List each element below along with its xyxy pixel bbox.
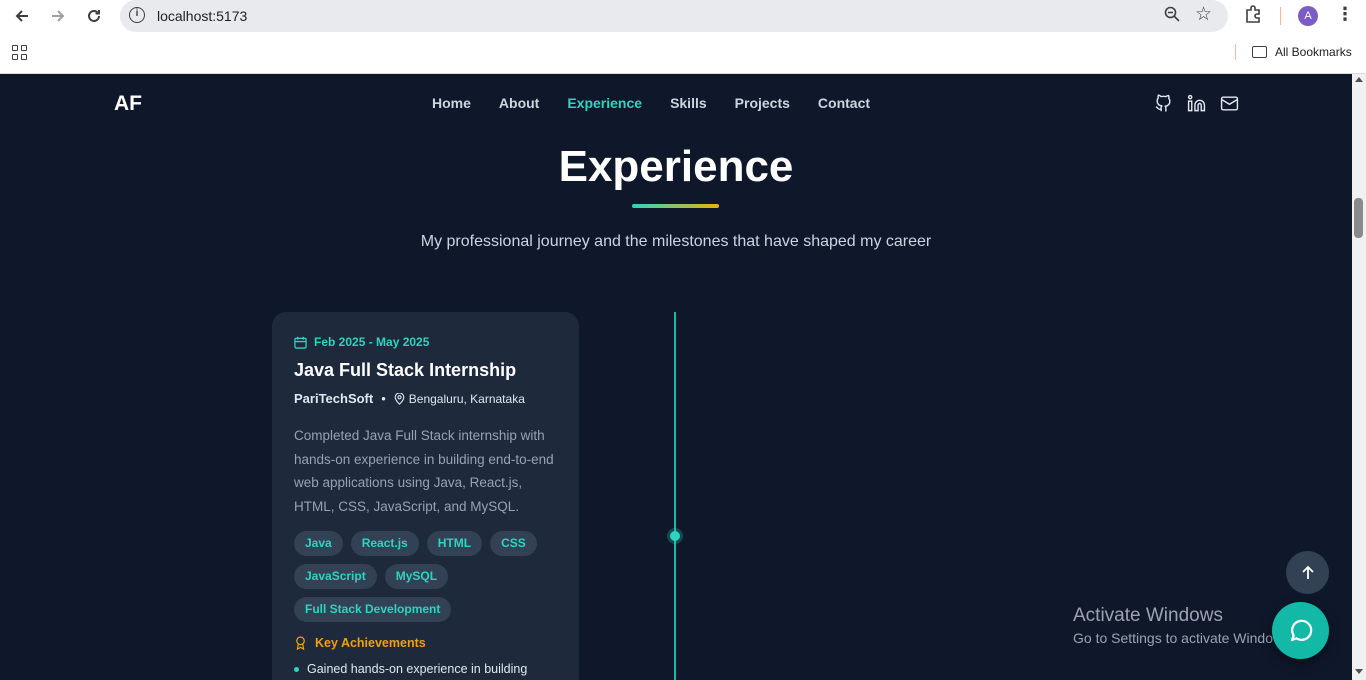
main-nav: Home About Experience Skills Projects Co… xyxy=(432,95,870,111)
activate-subtitle: Go to Settings to activate Windows. xyxy=(1073,630,1294,646)
calendar-icon xyxy=(294,336,307,349)
scrollbar-thumb[interactable] xyxy=(1354,198,1363,238)
tag-html: HTML xyxy=(426,531,483,556)
profile-avatar[interactable]: A xyxy=(1298,6,1318,26)
section-subtitle: My professional journey and the mileston… xyxy=(420,233,932,250)
site-logo[interactable]: AF xyxy=(114,92,142,116)
all-bookmarks-label: All Bookmarks xyxy=(1275,45,1352,59)
achievement-text: Gained hands-on experience in building xyxy=(307,662,528,676)
achievements-heading: Key Achievements xyxy=(294,636,426,650)
award-icon xyxy=(296,636,305,650)
location: Bengaluru, Karnataka xyxy=(394,392,525,406)
linkedin-icon[interactable] xyxy=(1186,93,1207,114)
apps-grid-icon[interactable] xyxy=(12,45,27,60)
nav-about[interactable]: About xyxy=(499,95,539,111)
all-bookmarks-button[interactable]: All Bookmarks xyxy=(1252,45,1352,59)
page-scrollbar[interactable] xyxy=(1352,74,1366,680)
forward-button[interactable] xyxy=(46,5,70,27)
location-text: Bengaluru, Karnataka xyxy=(408,391,525,406)
scroll-down-arrow[interactable] xyxy=(1355,669,1363,674)
tech-tags: Java React.js HTML CSS JavaScript MySQL … xyxy=(294,531,564,622)
site-header: AF Home About Experience Skills Projects… xyxy=(0,74,1352,132)
nav-experience[interactable]: Experience xyxy=(567,95,642,111)
tag-mysql: MySQL xyxy=(384,564,449,589)
date-row: Feb 2025 - May 2025 xyxy=(294,335,429,349)
zoom-icon[interactable] xyxy=(1164,6,1180,27)
map-pin-icon xyxy=(394,392,405,405)
job-title: Java Full Stack Internship xyxy=(294,360,517,380)
timeline-line xyxy=(674,312,676,680)
scroll-up-arrow[interactable] xyxy=(1355,77,1363,82)
scroll-to-top-button[interactable] xyxy=(1286,551,1329,594)
mail-icon[interactable] xyxy=(1219,93,1240,114)
activate-title: Activate Windows xyxy=(1073,605,1223,626)
toolbar-divider xyxy=(1280,7,1281,25)
experience-card: Feb 2025 - May 2025 Java Full Stack Inte… xyxy=(272,312,579,680)
tag-reactjs: React.js xyxy=(350,531,419,556)
tag-full-stack: Full Stack Development xyxy=(294,597,452,622)
nav-contact[interactable]: Contact xyxy=(818,95,870,111)
github-icon[interactable] xyxy=(1153,93,1174,114)
separator: • xyxy=(381,391,386,406)
nav-skills[interactable]: Skills xyxy=(670,95,707,111)
activate-windows-watermark: Activate Windows Go to Settings to activ… xyxy=(1073,605,1294,646)
timeline-dot xyxy=(670,531,680,541)
chat-button[interactable] xyxy=(1272,602,1329,659)
back-button[interactable] xyxy=(10,5,34,27)
arrow-left-icon xyxy=(15,10,28,22)
chat-bubble-icon xyxy=(1290,619,1312,641)
title-underline xyxy=(632,204,719,208)
achievement-item: Gained hands-on experience in building xyxy=(294,662,527,676)
tag-css: CSS xyxy=(490,531,537,556)
tag-javascript: JavaScript xyxy=(294,564,377,589)
section-title: Experience xyxy=(558,142,794,191)
browser-menu-icon[interactable]: ⋮ xyxy=(1336,4,1354,25)
bookmarks-divider xyxy=(1235,44,1236,60)
tag-java: Java xyxy=(294,531,343,556)
experience-date: Feb 2025 - May 2025 xyxy=(314,335,430,349)
address-bar[interactable]: i localhost:5173 ☆ xyxy=(120,0,1228,32)
reload-icon xyxy=(88,9,100,22)
bullet-dot xyxy=(294,666,299,672)
nav-home[interactable]: Home xyxy=(432,95,471,111)
extensions-icon[interactable] xyxy=(1244,5,1262,28)
nav-projects[interactable]: Projects xyxy=(735,95,790,111)
url-text[interactable]: localhost:5173 xyxy=(157,8,247,24)
experience-description: Completed Java Full Stack internship wit… xyxy=(294,428,554,514)
browser-chrome: i localhost:5173 ☆ A ⋮ All Bookmarks xyxy=(0,0,1366,74)
social-links xyxy=(1153,93,1240,114)
arrow-up-icon xyxy=(1301,565,1314,579)
company-row: PariTechSoft • Bengaluru, Karnataka xyxy=(294,391,525,406)
company-name: PariTechSoft xyxy=(294,391,374,406)
folder-icon xyxy=(1252,46,1267,58)
bookmark-star-icon[interactable]: ☆ xyxy=(1195,3,1212,26)
reload-button[interactable] xyxy=(82,5,106,27)
arrow-right-icon xyxy=(52,10,65,22)
achievements-heading-text: Key Achievements xyxy=(315,636,426,650)
site-info-icon[interactable]: i xyxy=(129,7,145,23)
